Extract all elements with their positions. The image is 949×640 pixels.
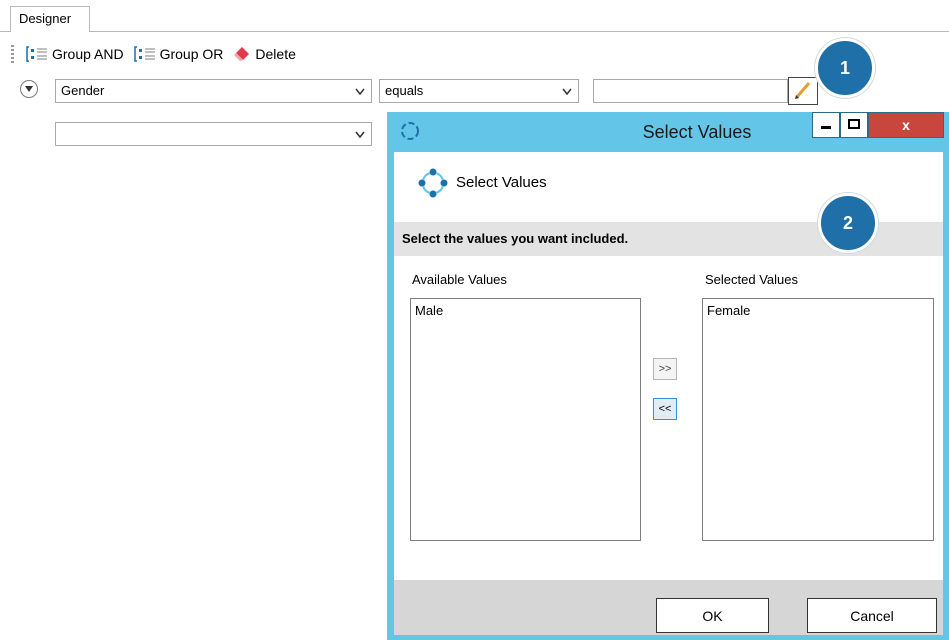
second-field-combo[interactable] bbox=[55, 122, 372, 146]
chevron-down-icon bbox=[355, 80, 365, 104]
value-input[interactable] bbox=[593, 79, 788, 103]
tab-divider bbox=[0, 31, 10, 32]
expand-circle-icon[interactable] bbox=[20, 80, 38, 98]
toolbar-grip[interactable] bbox=[11, 45, 14, 63]
add-values-button[interactable]: >> bbox=[653, 358, 677, 380]
selected-values-list[interactable]: Female bbox=[702, 298, 934, 541]
tab-divider bbox=[90, 31, 949, 32]
edit-values-button[interactable] bbox=[788, 77, 818, 105]
group-and-button[interactable]: Group AND bbox=[26, 46, 124, 62]
eraser-icon bbox=[233, 46, 251, 62]
maximize-button[interactable] bbox=[840, 112, 868, 138]
callout-badge-2: 2 bbox=[818, 193, 878, 253]
field-combo-value: Gender bbox=[61, 83, 105, 98]
selected-values-label: Selected Values bbox=[705, 272, 798, 287]
cancel-button[interactable]: Cancel bbox=[807, 598, 937, 633]
chevron-down-icon bbox=[562, 80, 572, 104]
tab-strip: Designer bbox=[0, 0, 949, 32]
maximize-icon bbox=[848, 118, 860, 133]
toolbar: Group AND Group OR Delete bbox=[0, 42, 600, 66]
ok-button[interactable]: OK bbox=[656, 598, 769, 633]
remove-values-button[interactable]: << bbox=[653, 398, 677, 420]
app-logo-icon bbox=[418, 168, 448, 201]
group-or-icon bbox=[133, 46, 156, 62]
available-values-label: Available Values bbox=[412, 272, 507, 287]
tab-designer[interactable]: Designer bbox=[10, 6, 90, 32]
list-item[interactable]: Male bbox=[415, 303, 636, 318]
minimize-icon bbox=[820, 118, 832, 133]
chevron-down-icon bbox=[355, 123, 365, 147]
delete-label: Delete bbox=[255, 46, 296, 62]
callout-badge-1: 1 bbox=[815, 38, 875, 98]
group-or-label: Group OR bbox=[159, 46, 224, 62]
dialog-header-title: Select Values bbox=[456, 174, 547, 191]
pencil-icon bbox=[793, 80, 813, 103]
dialog-title: Select Values bbox=[642, 122, 752, 142]
operator-combo[interactable]: equals bbox=[379, 79, 579, 103]
field-combo[interactable]: Gender bbox=[55, 79, 372, 103]
minimize-button[interactable] bbox=[812, 112, 840, 138]
select-values-dialog: Select Values x Select Values Select the… bbox=[387, 112, 949, 640]
group-or-button[interactable]: Group OR bbox=[133, 46, 224, 62]
close-icon: x bbox=[902, 117, 910, 133]
list-item[interactable]: Female bbox=[707, 303, 929, 318]
group-and-icon bbox=[26, 46, 48, 62]
operator-combo-value: equals bbox=[385, 83, 424, 98]
available-values-list[interactable]: Male bbox=[410, 298, 641, 541]
close-button[interactable]: x bbox=[868, 112, 944, 138]
delete-button[interactable]: Delete bbox=[233, 46, 296, 62]
dialog-footer: OK Cancel bbox=[394, 580, 943, 635]
group-and-label: Group AND bbox=[52, 46, 124, 62]
